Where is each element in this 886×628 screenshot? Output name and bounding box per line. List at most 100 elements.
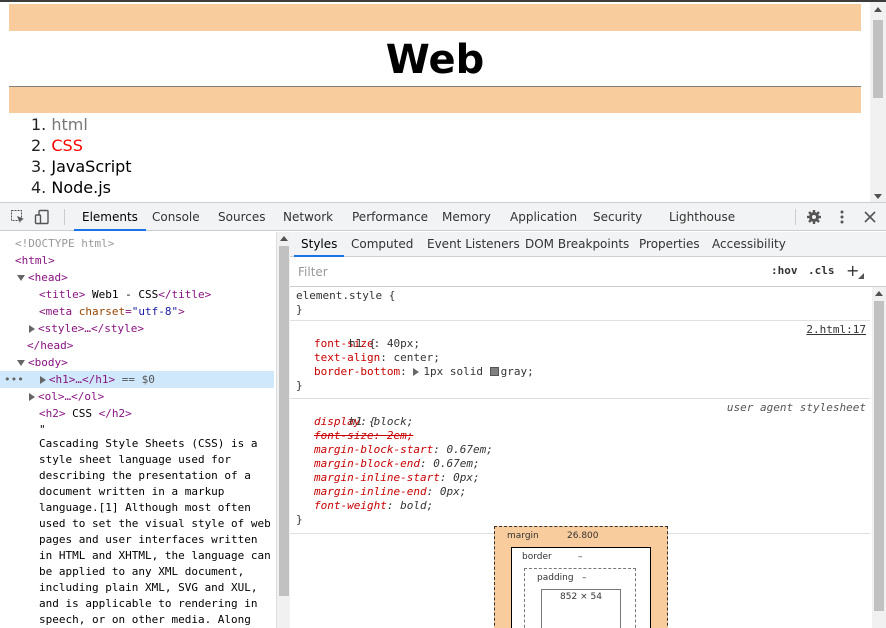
property-value: 2em; [386,429,414,442]
toolbar-divider [795,209,796,225]
padding-value[interactable]: – [582,573,587,583]
scroll-up-arrow-icon[interactable] [280,236,288,241]
css-declaration[interactable]: text-align: center; [290,351,870,365]
tab-memory[interactable]: Memory [442,203,491,231]
h1-user-agent-rule[interactable]: h1 { user agent stylesheet display: bloc… [290,401,870,534]
dom-h1-node-selected[interactable]: ••• <h1>…</h1> == $0 [0,371,274,388]
collapse-triangle-icon[interactable] [29,325,35,333]
hover-state-button[interactable]: :hov [771,264,798,277]
styles-filter-input[interactable] [294,261,764,283]
expand-shorthand-icon[interactable] [413,368,420,376]
property-value[interactable]: 1px solid [423,365,489,378]
tab-application[interactable]: Application [510,203,577,231]
element-style-selector: element.style { [296,289,396,302]
body-tag: <body> [28,356,68,369]
device-toggle-icon[interactable] [34,209,50,225]
list-item: 3. JavaScript [31,156,132,177]
content-size[interactable]: 852 × 54 [560,592,602,602]
box-model-content[interactable]: 852 × 54 [541,589,621,628]
elements-scrollbar[interactable] [276,232,290,628]
title-text: Web1 - CSS [85,288,159,301]
scroll-up-arrow-icon[interactable] [874,7,882,12]
tab-network[interactable]: Network [283,203,333,231]
margin-value[interactable]: 26.800 [567,531,599,541]
tab-accessibility[interactable]: Accessibility [712,232,786,257]
list-item-number: 2. [31,136,47,155]
dom-title-node[interactable]: <title> Web1 - CSS</title> [0,286,274,303]
css-declaration[interactable]: border-bottom: 1px solid gray; [290,365,870,379]
page-heading: Web [9,31,861,87]
page-scrollbar[interactable] [870,2,886,202]
rule-header: h1 { user agent stylesheet [290,401,870,428]
property-value[interactable]: 40px; [387,337,420,350]
collapse-triangle-icon[interactable] [29,393,35,401]
dom-head-node[interactable]: <head> [0,269,274,286]
expand-triangle-icon[interactable] [17,360,25,366]
title-close-tag: </title> [158,288,212,301]
tab-elements[interactable]: Elements [74,203,146,231]
dom-html-node[interactable]: <html> [0,252,274,269]
box-model-padding[interactable]: padding – 852 × 54 [524,568,636,628]
scrollbar-thumb[interactable] [874,301,884,611]
class-toggle-button[interactable]: .cls [808,264,835,277]
h1-margin-highlight-top [9,4,861,31]
expand-triangle-icon[interactable] [17,275,25,281]
dom-meta-node[interactable]: <meta charset="utf-8"> [0,303,274,320]
css-declaration[interactable]: font-size: 40px; [290,337,870,351]
box-model-diagram[interactable]: margin 26.800 border – padding – 852 × 5… [494,526,668,628]
border-value[interactable]: – [578,552,583,562]
list-item-number: 3. [31,157,47,176]
tab-security[interactable]: Security [593,203,642,231]
tab-dom-breakpoints[interactable]: DOM Breakpoints [525,232,629,257]
tab-event-listeners[interactable]: Event Listeners [427,232,520,257]
scroll-down-arrow-icon[interactable] [874,194,882,199]
list-item-nodejs: Node.js [51,178,111,197]
list-item-javascript: JavaScript [51,157,132,176]
color-swatch-icon[interactable] [489,367,499,376]
dom-h2-node[interactable]: <h2> CSS </h2> [0,405,274,422]
list-item: 4. Node.js [31,177,132,198]
css-declaration: font-weight: bold; [314,499,434,512]
head-tag: <head> [28,271,68,284]
h1-author-rule[interactable]: h1 { 2.html:17 font-size: 40px; text-ali… [290,323,870,399]
css-declaration: margin-block-start: 0.67em; [314,443,493,456]
scrollbar-thumb[interactable] [873,20,883,98]
close-icon[interactable] [862,209,878,225]
dom-body-node[interactable]: <body> [0,354,274,371]
tab-styles[interactable]: Styles [294,232,345,257]
rule-selector: h1 { [348,337,376,350]
dom-text-node[interactable]: Cascading Style Sheets (CSS) is a style … [39,436,271,628]
rule-close-brace: } [296,303,303,316]
scrollbar-thumb[interactable] [279,246,289,596]
meta-open-tag: <meta [39,305,79,318]
list-link-css[interactable]: CSS [51,136,82,155]
box-model-border[interactable]: border – padding – 852 × 54 [511,547,651,628]
dom-style-node[interactable]: <style>…</style> [0,320,274,337]
collapse-triangle-icon[interactable] [39,376,46,384]
dom-head-close[interactable]: </head> [0,337,274,354]
element-style-rule[interactable]: element.style { } [290,289,870,321]
property-name: margin-inline-end [314,485,427,498]
property-value[interactable]: center; [393,351,439,364]
styles-scrollbar[interactable] [872,287,886,628]
inspect-icon[interactable] [10,209,26,225]
more-vert-icon[interactable] [834,209,850,225]
list-item: 1. html [31,114,132,135]
list-link-html[interactable]: html [51,115,87,134]
tab-console[interactable]: Console [152,203,200,231]
tab-sources[interactable]: Sources [218,203,265,231]
dom-tree: <!DOCTYPE html> <html> <head> <title> We… [0,232,276,628]
property-color-value[interactable]: gray; [501,365,534,378]
settings-gear-icon[interactable] [806,209,822,225]
text-node-quote: " [39,423,46,436]
tab-properties[interactable]: Properties [639,232,700,257]
tab-performance[interactable]: Performance [352,203,428,231]
tab-lighthouse[interactable]: Lighthouse [669,203,735,231]
tab-computed[interactable]: Computed [351,232,413,257]
dom-doctype[interactable]: <!DOCTYPE html> [0,235,274,252]
title-open-tag: <title> [39,288,86,301]
row-ellipsis-icon[interactable]: ••• [4,373,24,386]
scroll-up-arrow-icon[interactable] [875,291,883,296]
rule-source-link[interactable]: 2.html:17 [806,323,866,337]
dom-ol-node[interactable]: <ol>…</ol> [0,388,274,405]
